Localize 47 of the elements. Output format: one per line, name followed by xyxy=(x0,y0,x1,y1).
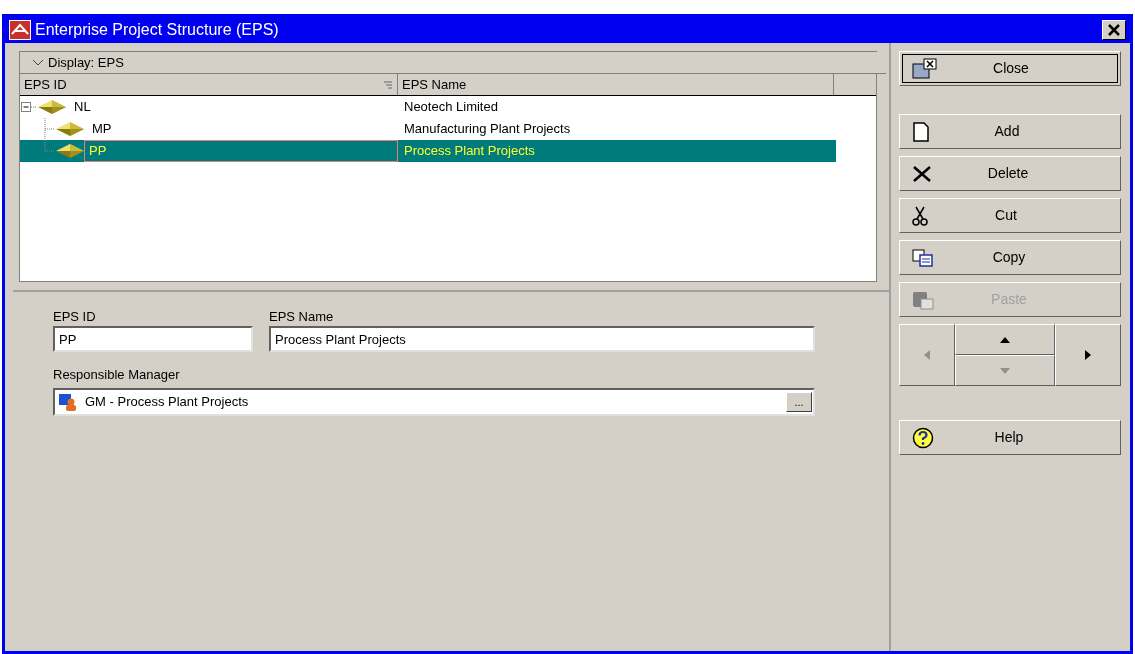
page-icon xyxy=(912,121,930,142)
scissors-icon xyxy=(912,205,928,226)
tree-row[interactable]: NL Neotech Limited xyxy=(20,96,836,118)
delete-icon xyxy=(912,164,932,183)
eps-name-cell-text: Process Plant Projects xyxy=(403,142,535,161)
close-window-icon xyxy=(912,57,938,80)
pyramid-icon xyxy=(38,99,66,115)
column-header[interactable]: EPS Name xyxy=(398,74,834,95)
copy-button[interactable]: Copy xyxy=(899,240,1121,275)
right-arrow-button[interactable] xyxy=(1055,324,1121,386)
chevron-icon xyxy=(32,58,44,67)
field-label: Responsible Manager xyxy=(53,366,181,384)
add-button[interactable]: Add xyxy=(899,114,1121,149)
eps-name-cell-text: Manufacturing Plant Projects xyxy=(403,120,571,139)
eps-id-cell-text: NL xyxy=(73,98,91,117)
paste-icon xyxy=(912,289,934,310)
eps-name-field[interactable]: Process Plant Projects xyxy=(269,326,815,352)
field-label: EPS Name xyxy=(269,308,335,326)
field-label: EPS ID xyxy=(53,308,97,326)
copy-icon xyxy=(912,248,934,267)
user-icon xyxy=(59,393,77,411)
eps-id-field[interactable]: PP xyxy=(53,326,253,352)
browse-button[interactable]: ... xyxy=(786,392,812,412)
eps-name-cell-text: Neotech Limited xyxy=(403,98,498,117)
up-arrow-button[interactable] xyxy=(955,324,1055,355)
close-button[interactable]: Close xyxy=(899,51,1121,86)
help-icon xyxy=(912,426,934,449)
eps-id-cell-text: MP xyxy=(91,120,112,139)
tree-row[interactable]: MP Manufacturing Plant Projects xyxy=(20,118,836,140)
help-button[interactable]: Help xyxy=(899,420,1121,455)
field-value: GM - Process Plant Projects xyxy=(85,393,250,412)
column-header[interactable]: EPS ID xyxy=(20,74,398,95)
collapse-icon[interactable] xyxy=(20,101,38,113)
close-window-button[interactable] xyxy=(1102,20,1126,40)
eps-id-cell: PP xyxy=(84,140,398,162)
manager-field[interactable]: GM - Process Plant Projects ... xyxy=(53,388,815,416)
close-icon xyxy=(1108,24,1120,36)
display-bar[interactable]: Display: EPS xyxy=(20,52,886,74)
pyramid-icon xyxy=(56,121,84,137)
pyramid-icon xyxy=(56,143,84,159)
app-logo-icon xyxy=(9,20,31,40)
tree-row[interactable]: PP Process Plant Projects xyxy=(20,140,836,162)
window-title: Enterprise Project Structure (EPS) xyxy=(35,20,280,40)
cut-button[interactable]: Cut xyxy=(899,198,1121,233)
sort-icon xyxy=(383,79,393,90)
delete-button[interactable]: Delete xyxy=(899,156,1121,191)
display-label: Display: EPS xyxy=(48,53,124,72)
